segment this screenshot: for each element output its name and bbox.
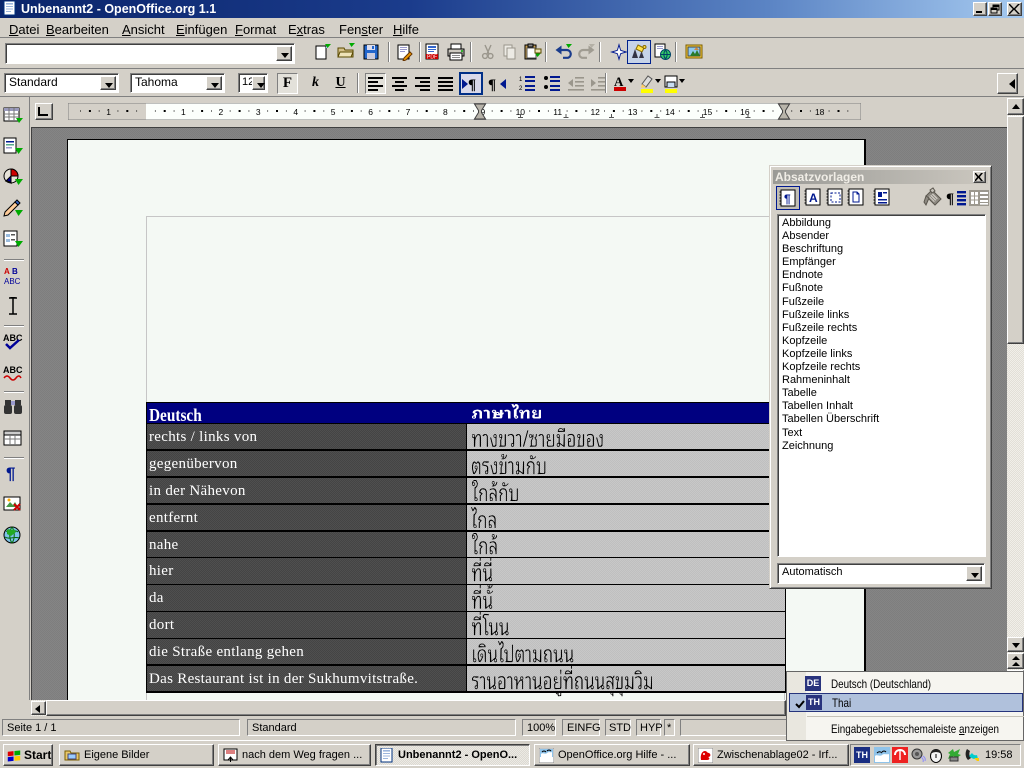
svg-text:ABC: ABC — [4, 277, 21, 286]
svg-text:¶: ¶ — [488, 77, 496, 93]
svg-text:¶: ¶ — [468, 77, 476, 93]
svg-text:A: A — [4, 267, 10, 276]
svg-text:ABC: ABC — [3, 365, 23, 375]
svg-text:15: 15 — [703, 107, 713, 117]
svg-text:18: 18 — [815, 107, 825, 117]
svg-text:¶: ¶ — [946, 191, 954, 207]
svg-text:1: 1 — [181, 107, 186, 117]
svg-text:1: 1 — [106, 107, 111, 117]
svg-text:6: 6 — [368, 107, 373, 117]
svg-text:A: A — [809, 191, 818, 205]
svg-text:¶: ¶ — [784, 192, 791, 206]
svg-text:B: B — [12, 267, 18, 276]
svg-text:4: 4 — [293, 107, 298, 117]
svg-text:2: 2 — [219, 107, 224, 117]
svg-text:11: 11 — [553, 107, 562, 117]
svg-text:14: 14 — [665, 107, 675, 117]
svg-text:1: 1 — [519, 77, 523, 83]
svg-text:5: 5 — [331, 107, 336, 117]
svg-text:PDF: PDF — [427, 55, 437, 61]
svg-text:ABC: ABC — [3, 333, 23, 343]
svg-text:3: 3 — [256, 107, 261, 117]
svg-text:2: 2 — [519, 86, 523, 92]
svg-text:8: 8 — [443, 107, 448, 117]
svg-text:7: 7 — [406, 107, 411, 117]
svg-text:A: A — [614, 74, 624, 89]
svg-text:¶: ¶ — [6, 464, 15, 483]
svg-text:13: 13 — [628, 107, 638, 117]
svg-text:12: 12 — [590, 107, 600, 117]
